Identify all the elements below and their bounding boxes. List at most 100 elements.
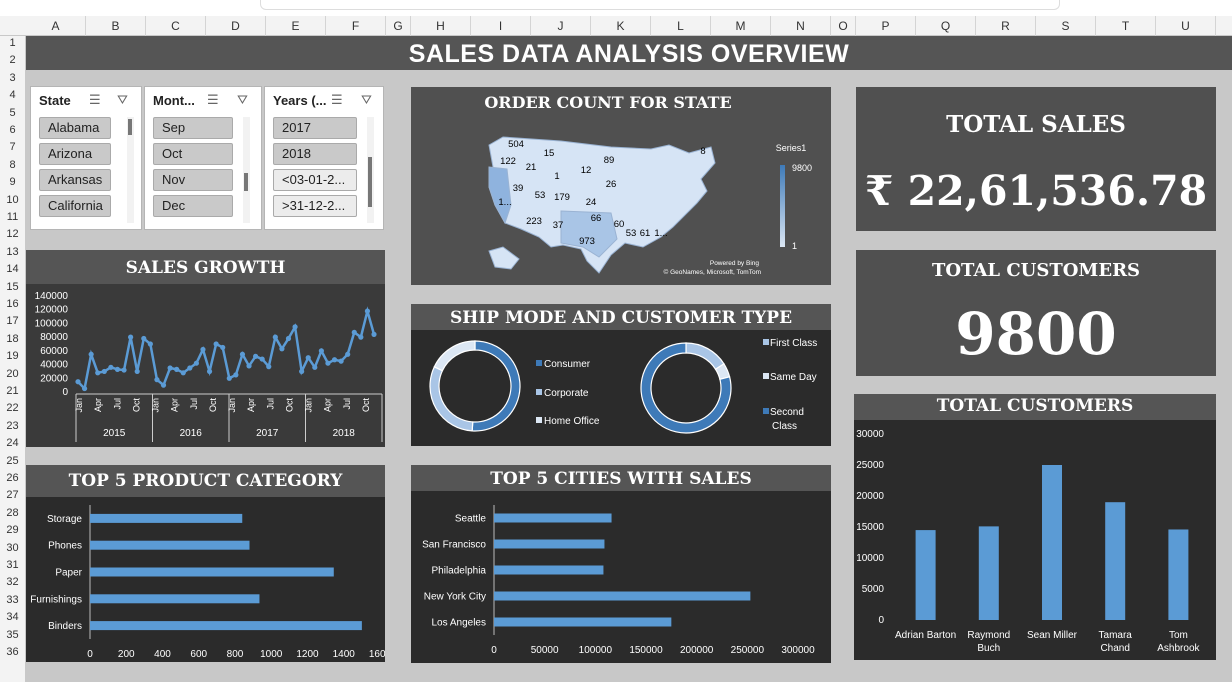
slicer-scrollbar[interactable] <box>367 117 374 223</box>
row-header-26[interactable]: 26 <box>0 472 25 484</box>
column-header-C[interactable]: C <box>146 16 206 36</box>
row-header-10[interactable]: 10 <box>0 194 25 206</box>
legend-swatch <box>536 360 542 366</box>
row-header-28[interactable]: 28 <box>0 507 25 519</box>
map-state-label: 504 <box>508 139 524 150</box>
row-header-13[interactable]: 13 <box>0 246 25 258</box>
category-label: Chand <box>1100 643 1129 654</box>
row-header-6[interactable]: 6 <box>0 124 25 136</box>
clear-filter-icon[interactable]: ⛛ <box>361 92 372 108</box>
multi-select-icon[interactable]: ☰ <box>331 92 343 108</box>
column-header-L[interactable]: L <box>651 16 711 36</box>
slicer-scrollbar[interactable] <box>243 117 250 223</box>
row-header-21[interactable]: 21 <box>0 385 25 397</box>
row-header-1[interactable]: 1 <box>0 37 25 49</box>
column-header-D[interactable]: D <box>206 16 266 36</box>
slicer-month[interactable]: Mont... ☰ ⛛ Sep Oct Nov Dec <box>144 86 262 230</box>
x-tick-label: 0 <box>87 649 93 660</box>
alaska-region <box>488 246 520 270</box>
column-header-K[interactable]: K <box>591 16 651 36</box>
slicer-item[interactable]: 2017 <box>273 117 357 139</box>
column-header-M[interactable]: M <box>711 16 771 36</box>
column-header-O[interactable]: O <box>831 16 856 36</box>
formula-bar-edge <box>260 0 1060 10</box>
row-header-29[interactable]: 29 <box>0 524 25 536</box>
row-header-7[interactable]: 7 <box>0 141 25 153</box>
row-header-24[interactable]: 24 <box>0 437 25 449</box>
row-header-14[interactable]: 14 <box>0 263 25 275</box>
data-point <box>331 357 338 363</box>
column-header-I[interactable]: I <box>471 16 531 36</box>
column-header-P[interactable]: P <box>856 16 916 36</box>
row-header-11[interactable]: 11 <box>0 211 25 223</box>
slicer-item[interactable]: <03-01-2... <box>273 169 357 191</box>
month-label: Apr <box>93 398 103 412</box>
column-header-T[interactable]: T <box>1096 16 1156 36</box>
slicer-item[interactable]: >31-12-2... <box>273 195 357 217</box>
column-header-U[interactable]: U <box>1156 16 1216 36</box>
column-header-R[interactable]: R <box>976 16 1036 36</box>
slicer-item[interactable]: Arizona <box>39 143 111 165</box>
data-point <box>351 329 357 335</box>
row-header-22[interactable]: 22 <box>0 402 25 414</box>
bar <box>1168 529 1189 620</box>
column-header-J[interactable]: J <box>531 16 591 36</box>
column-header-H[interactable]: H <box>411 16 471 36</box>
column-header-G[interactable]: G <box>386 16 411 36</box>
row-header-18[interactable]: 18 <box>0 333 25 345</box>
bar <box>1042 465 1062 620</box>
slicer-years[interactable]: Years (... ☰ ⛛ 2017 2018 <03-01-2... >31… <box>264 86 384 230</box>
row-header-8[interactable]: 8 <box>0 159 25 171</box>
month-label: Jul <box>112 398 122 410</box>
row-header-20[interactable]: 20 <box>0 368 25 380</box>
row-header-9[interactable]: 9 <box>0 176 25 188</box>
slicer-scrollbar[interactable] <box>127 117 134 223</box>
excel-dashboard-window: ABCDEFGHIJKLMNOPQRSTU 1 2 3 4 5 6 7 8 9 10 11 12 13 1… <box>0 0 1232 682</box>
multi-select-icon[interactable]: ☰ <box>89 92 101 108</box>
column-header-Q[interactable]: Q <box>916 16 976 36</box>
row-header-2[interactable]: 2 <box>0 54 25 66</box>
row-header-12[interactable]: 12 <box>0 228 25 240</box>
us-map[interactable]: 504 15 122 21 1 12 89 8 39 53 179 24 26 1... 223 37 66 60… <box>411 87 831 285</box>
row-header-5[interactable]: 5 <box>0 107 25 119</box>
row-header-36[interactable]: 36 <box>0 646 25 658</box>
row-header-34[interactable]: 34 <box>0 611 25 623</box>
slicer-item[interactable]: Nov <box>153 169 233 191</box>
row-header-33[interactable]: 33 <box>0 594 25 606</box>
row-header-15[interactable]: 15 <box>0 281 25 293</box>
legend-label: Corporate <box>544 388 589 399</box>
row-header-32[interactable]: 32 <box>0 576 25 588</box>
clear-filter-icon[interactable]: ⛛ <box>237 92 248 108</box>
column-header-S[interactable]: S <box>1036 16 1096 36</box>
sales-growth-chart: 140000 120000 100000 80000 60000 40000 20000 0 2… <box>26 284 385 447</box>
slicer-state[interactable]: State ☰ ⛛ Alabama Arizona Arkansas Calif… <box>30 86 142 230</box>
slicer-item[interactable]: Alabama <box>39 117 111 139</box>
slicer-item[interactable]: Sep <box>153 117 233 139</box>
row-header-3[interactable]: 3 <box>0 72 25 84</box>
slicer-item[interactable]: Arkansas <box>39 169 111 191</box>
row-header-19[interactable]: 19 <box>0 350 25 362</box>
bar <box>978 526 999 620</box>
category-label: New York City <box>424 592 486 603</box>
row-header-17[interactable]: 17 <box>0 315 25 327</box>
multi-select-icon[interactable]: ☰ <box>207 92 219 108</box>
row-header-23[interactable]: 23 <box>0 420 25 432</box>
row-header-31[interactable]: 31 <box>0 559 25 571</box>
slicer-item[interactable]: Oct <box>153 143 233 165</box>
row-header-27[interactable]: 27 <box>0 489 25 501</box>
column-header-F[interactable]: F <box>326 16 386 36</box>
slicer-item[interactable]: California <box>39 195 111 217</box>
slicer-item[interactable]: 2018 <box>273 143 357 165</box>
column-header-A[interactable]: A <box>26 16 86 36</box>
column-header-B[interactable]: B <box>86 16 146 36</box>
slicer-item[interactable]: Dec <box>153 195 233 217</box>
column-header-E[interactable]: E <box>266 16 326 36</box>
clear-filter-icon[interactable]: ⛛ <box>117 92 128 108</box>
row-header-16[interactable]: 16 <box>0 298 25 310</box>
product-category-title: TOP 5 PRODUCT CATEGORY <box>26 465 385 497</box>
row-header-25[interactable]: 25 <box>0 455 25 467</box>
row-header-35[interactable]: 35 <box>0 629 25 641</box>
column-header-N[interactable]: N <box>771 16 831 36</box>
row-header-4[interactable]: 4 <box>0 89 25 101</box>
row-header-30[interactable]: 30 <box>0 542 25 554</box>
